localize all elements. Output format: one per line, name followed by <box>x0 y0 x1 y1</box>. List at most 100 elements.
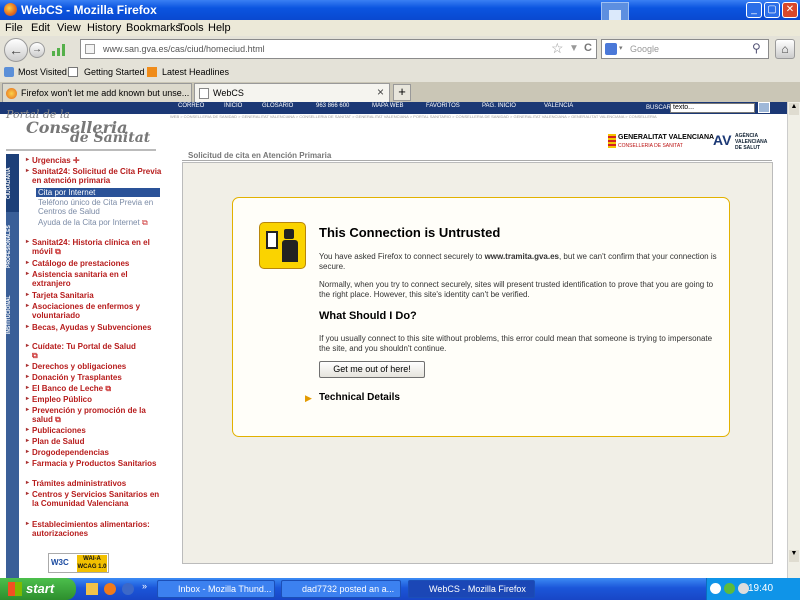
subitem-cita-internet[interactable]: Cita por Internet <box>36 188 160 197</box>
scroll-up-icon[interactable]: ▲ <box>789 103 799 115</box>
sidebar-item-donacion[interactable]: ▸ Donación y Trasplantes <box>26 373 166 382</box>
vertical-scrollbar[interactable]: ▲ ▼ <box>787 102 800 578</box>
taskbar-item-post[interactable]: dad7732 posted an a... <box>281 580 401 598</box>
subitem-telefono-cita[interactable]: Teléfono único de Cita Previa en Centros… <box>38 198 166 216</box>
senyera-icon <box>608 134 616 148</box>
get-me-out-button[interactable]: Get me out of here! <box>319 361 425 378</box>
quicklaunch-firefox-icon[interactable] <box>104 583 116 595</box>
portal-breadcrumb: WEB > CONSELLERIA DE SANIDAD > GENERALIT… <box>170 114 657 119</box>
bullet-icon: ▸ <box>26 303 30 309</box>
bullet-icon: ▸ <box>26 157 30 163</box>
technical-details-toggle[interactable]: Technical Details <box>319 392 400 403</box>
sidebar-item-catalogo[interactable]: ▸ Catálogo de prestaciones <box>26 259 166 268</box>
maximize-button[interactable]: ▢ <box>764 2 780 18</box>
new-tab-button[interactable]: + <box>393 84 411 101</box>
dropdown-arrow-icon[interactable]: ▼ <box>569 43 579 54</box>
menu-tools[interactable]: Tools <box>178 22 204 34</box>
nav-valencia[interactable]: VALENCIÀ <box>544 103 573 109</box>
start-button[interactable]: start <box>0 578 76 600</box>
error-host: www.tramita.gva.es <box>484 252 559 261</box>
nav-inicio[interactable]: INICIO <box>224 103 242 109</box>
tab-profesionales[interactable]: PROFESIONALES <box>6 214 19 280</box>
getting-started-icon <box>68 67 78 77</box>
sidebar-item-tramites[interactable]: ▸ Trámites administrativos <box>26 479 166 488</box>
bookmark-latest-headlines[interactable]: Latest Headlines <box>162 67 229 77</box>
sidebar-item-banco-leche[interactable]: ▸ El Banco de Leche ⧉ <box>26 384 166 393</box>
sidebar-item-drogodependencias[interactable]: ▸ Drogodependencias <box>26 448 166 457</box>
signal-icon[interactable] <box>52 42 70 56</box>
magnifier-icon[interactable]: ⚲ <box>752 41 761 55</box>
menu-view[interactable]: View <box>57 22 81 34</box>
sidebar-item-urgencias[interactable]: ▸ Urgencias ✛ <box>26 156 166 165</box>
taskbar-item-firefox[interactable]: WebCS - Mozilla Firefox <box>408 580 535 598</box>
sidebar-item-cuidate[interactable]: ▸ Cuídate: Tu Portal de Salud ⧉ <box>26 342 166 360</box>
scroll-down-icon[interactable]: ▼ <box>789 550 799 562</box>
tab-institucional[interactable]: INSTITUCIONAL <box>6 282 19 348</box>
search-field[interactable]: ▾ Google ⚲ <box>601 39 769 59</box>
refresh-icon[interactable]: C <box>584 42 592 54</box>
sidebar-item-asociaciones[interactable]: ▸ Asociaciones de enfermos y voluntariado <box>26 302 166 320</box>
menu-history[interactable]: History <box>87 22 121 34</box>
window-titlebar[interactable]: WebCS - Mozilla Firefox <box>0 0 800 20</box>
bookmark-star-icon[interactable]: ☆ <box>551 40 564 57</box>
firefox-tab-icon <box>6 88 17 99</box>
search-engine-dropdown-icon[interactable]: ▾ <box>619 44 623 52</box>
nav-glosario[interactable]: GLOSARIO <box>262 103 293 109</box>
sidebar-item-tarjeta[interactable]: ▸ Tarjeta Sanitaria <box>26 291 166 300</box>
logo-underline <box>6 149 156 151</box>
subitem-ayuda-cita[interactable]: Ayuda de la Cita por Internet ⧉ <box>38 218 166 227</box>
bookmark-most-visited[interactable]: Most Visited <box>18 67 67 77</box>
portal-search-button[interactable] <box>758 102 770 113</box>
home-button[interactable]: ⌂ <box>775 39 795 59</box>
sidebar-item-farmacia[interactable]: ▸ Farmacia y Productos Sanitarios <box>26 459 166 468</box>
tray-security-icon[interactable] <box>724 583 735 594</box>
tab-firefox-forum[interactable]: Firefox won't let me add known but unse.… <box>2 83 192 102</box>
quicklaunch-more-icon[interactable]: » <box>142 581 147 591</box>
menu-help[interactable]: Help <box>208 22 231 34</box>
url-bar[interactable]: www.san.gva.es/cas/ciud/homeciud.html ☆ … <box>80 39 597 59</box>
home-icon: ⌂ <box>781 42 789 56</box>
sidebar-item-publicaciones[interactable]: ▸ Publicaciones <box>26 426 166 435</box>
minimize-button[interactable]: _ <box>746 2 762 18</box>
sidebar-item-becas[interactable]: ▸ Becas, Ayudas y Subvenciones <box>26 323 166 332</box>
sidebar-item-derechos[interactable]: ▸ Derechos y obligaciones <box>26 362 166 371</box>
sidebar-item-prevencion[interactable]: ▸ Prevención y promoción de la salud ⧉ <box>26 406 166 424</box>
sidebar-item-plan-salud[interactable]: ▸ Plan de Salud <box>26 437 166 446</box>
tab-close-icon[interactable]: × <box>377 85 384 99</box>
sidebar-item-asistencia[interactable]: ▸ Asistencia sanitaria en el extranjero <box>26 270 166 288</box>
tab-webcs[interactable]: WebCS × <box>194 83 390 102</box>
back-button[interactable]: ← <box>4 38 28 62</box>
sidebar-item-empleo[interactable]: ▸ Empleo Público <box>26 395 166 404</box>
menu-bookmarks[interactable]: Bookmarks <box>126 22 181 34</box>
external-link-icon: ⧉ <box>32 351 38 360</box>
wai-badge[interactable]: W3C WAI-A WCAG 1.0 <box>48 553 109 573</box>
nav-correo[interactable]: CORREO <box>178 103 204 109</box>
nav-pag-inicio[interactable]: PAG. INICIO <box>482 103 516 109</box>
tab-ciudadania[interactable]: CIUDADANÍA <box>6 154 19 212</box>
bookmark-getting-started[interactable]: Getting Started <box>84 67 145 77</box>
bullet-icon: ▸ <box>26 385 30 391</box>
forward-button[interactable]: → <box>29 42 45 58</box>
taskbar-item-thunderbird[interactable]: Inbox - Mozilla Thund... <box>157 580 275 598</box>
tab-strip: Firefox won't let me add known but unse.… <box>0 82 800 102</box>
menu-edit[interactable]: Edit <box>31 22 50 34</box>
nav-favoritos[interactable]: FAVORITOS <box>426 103 460 109</box>
error-title: This Connection is Untrusted <box>319 225 501 240</box>
sidebar-item-centros[interactable]: ▸ Centros y Servicios Sanitarios en la Co… <box>26 490 166 508</box>
tray-network-icon[interactable] <box>710 583 721 594</box>
windows-logo-icon <box>8 582 22 596</box>
sidebar-item-establecimientos[interactable]: ▸ Establecimientos alimentarios: autoriza… <box>26 520 166 538</box>
menu-file[interactable]: File <box>5 22 23 34</box>
page-title: Solicitud de cita en Atención Primaria <box>188 151 332 160</box>
close-button[interactable]: ✕ <box>782 2 798 18</box>
quicklaunch-thunderbird-icon[interactable] <box>122 583 134 595</box>
bullet-icon: ▸ <box>26 374 30 380</box>
nav-telefono[interactable]: 963 866 600 <box>316 103 349 109</box>
portal-search-input[interactable]: texto... <box>670 103 755 113</box>
quicklaunch-folder-icon[interactable] <box>86 583 98 595</box>
sidebar-item-cita-previa[interactable]: ▸ Sanitat24: Solicitud de Cita Previa en … <box>26 167 166 185</box>
sidebar-item-historia[interactable]: ▸ Sanitat24: Historia clínica en el móvil… <box>26 238 166 256</box>
nav-mapa-web[interactable]: MAPA WEB <box>372 103 404 109</box>
expand-arrow-icon[interactable]: ▶ <box>305 393 312 404</box>
bullet-icon: ▸ <box>26 491 30 497</box>
